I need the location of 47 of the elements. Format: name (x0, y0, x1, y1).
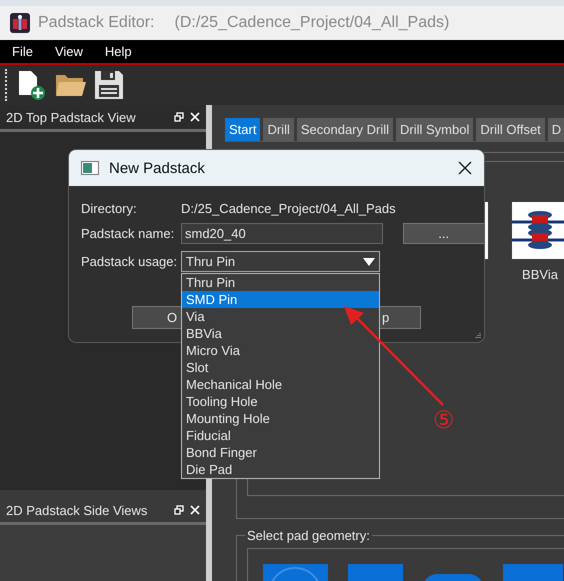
dock-title: 2D Padstack Side Views (6, 502, 148, 518)
dropdown-option[interactable]: Mechanical Hole (182, 376, 379, 393)
dropdown-option[interactable]: Micro Via (182, 342, 379, 359)
bbvia-picture-icon (512, 202, 564, 259)
dropdown-option[interactable]: Die Pad (182, 461, 379, 478)
dropdown-option[interactable]: SMD Pin (182, 291, 379, 308)
step-marker: ⑤ (433, 407, 455, 433)
field-label: Padstack name: (81, 226, 176, 241)
window-icon (81, 161, 99, 175)
name-field[interactable]: smd20_40 (181, 223, 383, 244)
tab[interactable]: Secondary Drill (296, 118, 394, 141)
usage-dropdown[interactable]: Thru Pin (181, 251, 380, 272)
close-icon[interactable] (458, 161, 472, 175)
menu-item[interactable]: Help (104, 44, 132, 59)
tab[interactable]: Drill Symbol (396, 118, 474, 141)
dropdown-arrow-icon (363, 258, 375, 266)
dock-title: 2D Top Padstack View (6, 110, 137, 124)
field-label: Directory: (81, 201, 138, 216)
dropdown-option[interactable]: Bond Finger (182, 444, 379, 461)
dropdown-option[interactable]: Fiducial (182, 427, 379, 444)
tab[interactable]: Drill Offset (476, 118, 545, 141)
browse-button[interactable]: ... (402, 223, 484, 244)
group-title: Select pad geometry: (245, 528, 372, 543)
dropdown-option[interactable]: Slot (182, 359, 379, 376)
new-file-icon[interactable] (17, 69, 47, 101)
menu-item[interactable]: View (54, 44, 83, 59)
menu-item[interactable]: File (12, 44, 33, 59)
dropdown-option[interactable]: Thru Pin (182, 274, 379, 291)
window-title: Padstack Editor: (38, 14, 154, 32)
tab[interactable]: Drill (263, 118, 294, 141)
app-logo-icon (10, 13, 30, 33)
tab[interactable]: D (548, 118, 564, 141)
folder-icon[interactable] (55, 72, 86, 98)
field-label: Padstack usage: (81, 254, 178, 269)
dropdown-option[interactable]: Tooling Hole (182, 393, 379, 410)
dropdown-option[interactable]: BBVia (182, 325, 379, 342)
dialog-title: New Padstack (109, 160, 206, 176)
float-icon[interactable] (174, 505, 184, 515)
save-icon[interactable] (94, 70, 124, 100)
dropdown-option[interactable]: Mounting Hole (182, 410, 379, 427)
window-path: (D:/25_Cadence_Project/04_All_Pads) (174, 14, 450, 32)
directory-path: D:/25_Cadence_Project/04_All_Pads (181, 201, 396, 216)
float-icon[interactable] (174, 112, 184, 122)
resize-grip-icon[interactable] (474, 332, 481, 339)
tab[interactable]: Start (225, 118, 260, 141)
dropdown-option[interactable]: Via (182, 308, 379, 325)
tile-label: BBVia (522, 267, 558, 282)
